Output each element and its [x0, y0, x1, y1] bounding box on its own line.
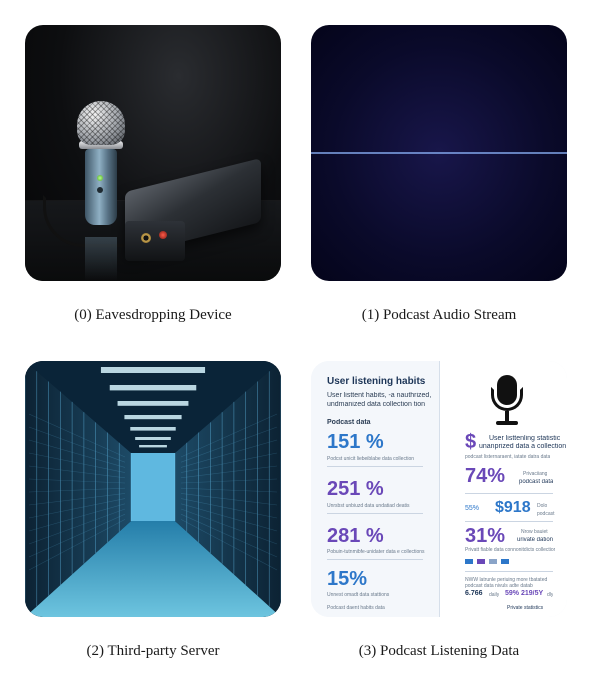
microphone-icon	[77, 101, 125, 145]
infographic-subtitle-line1: User listtent habits, -a nauthrized,	[327, 392, 432, 399]
caption-third-party-server: (2) Third-party Server	[86, 643, 220, 659]
left-stat-note: Unnest omadt data stattions	[327, 592, 390, 598]
ceiling-light	[124, 415, 182, 420]
infographic-title: User listening habits	[327, 376, 426, 387]
waveform-graphic	[311, 81, 567, 225]
eavesdropping-device-image	[25, 25, 281, 281]
microphone-base-icon	[496, 421, 518, 425]
divider	[465, 571, 553, 572]
right-stat-note: podcast	[537, 511, 555, 517]
left-stat-note: Unrsbst unbiuzd data undatiad deatis	[327, 503, 410, 509]
caption-podcast-listening-data: (3) Podcast Listening Data	[358, 643, 520, 659]
audio-jack-icon	[141, 233, 151, 243]
legend-swatches	[465, 559, 545, 565]
divider	[465, 521, 553, 522]
right-stat-value: 31%	[465, 525, 506, 547]
ceiling-light	[109, 385, 197, 391]
right-stat-note: Privaciiang	[523, 471, 548, 477]
audio-stream-image	[311, 25, 567, 281]
right-header-line1: User listtenling statistic	[489, 435, 561, 442]
left-stat-note: Podcst unicit liebeiblabe data collectio…	[327, 456, 414, 462]
red-indicator-icon	[159, 231, 167, 239]
green-led-icon	[97, 175, 103, 181]
divider	[327, 513, 423, 514]
left-stat-note: Pobuin-tutnmibfe-unidater data e collect…	[327, 549, 425, 555]
right-bottom-suffix: daily	[489, 592, 500, 598]
left-footer: Podcast daent habits data	[327, 605, 385, 611]
listening-data-infographic: User listening habits User listtent habi…	[311, 361, 567, 617]
right-stat-note: urivate dation	[517, 537, 554, 543]
ceiling-light	[139, 445, 167, 448]
server-corridor-graphic	[25, 361, 281, 617]
right-stat-value: 74%	[465, 465, 506, 487]
right-legend: podcast data nivuls adte datab	[465, 583, 533, 589]
section-label: Podcast data	[327, 419, 371, 426]
left-stat-value: 151 %	[327, 431, 384, 453]
right-header-line2: unanprized data a collection	[479, 443, 567, 450]
ceiling-light	[100, 367, 206, 373]
right-stat-value: $918	[495, 499, 531, 516]
server-room-image	[25, 361, 281, 617]
recorder-front-panel	[125, 221, 185, 261]
left-stat-value: 15%	[327, 568, 368, 590]
dollar-icon: $	[465, 431, 477, 453]
ceiling-light	[117, 401, 189, 406]
left-stat-value: 251 %	[327, 478, 384, 500]
divider	[327, 559, 423, 560]
caption-podcast-audio-stream: (1) Podcast Audio Stream	[361, 307, 517, 323]
right-bottom-suffix: dly	[547, 592, 554, 598]
caption-eavesdropping-device: (0) Eavesdropping Device	[74, 307, 232, 323]
infographic-subtitle-line2: undmanized data collection tion	[327, 401, 426, 408]
right-stat-note: Dolo	[537, 503, 548, 509]
right-stat-note: podcast data	[519, 479, 554, 485]
right-footer: Private statistics	[507, 605, 544, 611]
microphone-stem-icon	[505, 411, 509, 421]
ceiling-light	[130, 427, 176, 431]
ceiling-light	[135, 437, 171, 440]
right-header-note: podcast listernaraent, iatate datra data	[465, 454, 551, 460]
right-bottom-value: 59% 219/5Y	[505, 590, 544, 597]
divider	[327, 466, 423, 467]
right-stat-prefix: 55%	[465, 505, 480, 512]
right-stat-note: Privatt fiable data connonitdicts collec…	[465, 547, 555, 553]
right-bottom-value: 6.766	[465, 590, 483, 597]
led-icon	[97, 187, 103, 193]
microphone-reflection	[85, 237, 117, 281]
divider	[465, 493, 553, 494]
right-stat-note: Nrow bauiet	[521, 529, 548, 535]
left-stat-value: 281 %	[327, 525, 384, 547]
